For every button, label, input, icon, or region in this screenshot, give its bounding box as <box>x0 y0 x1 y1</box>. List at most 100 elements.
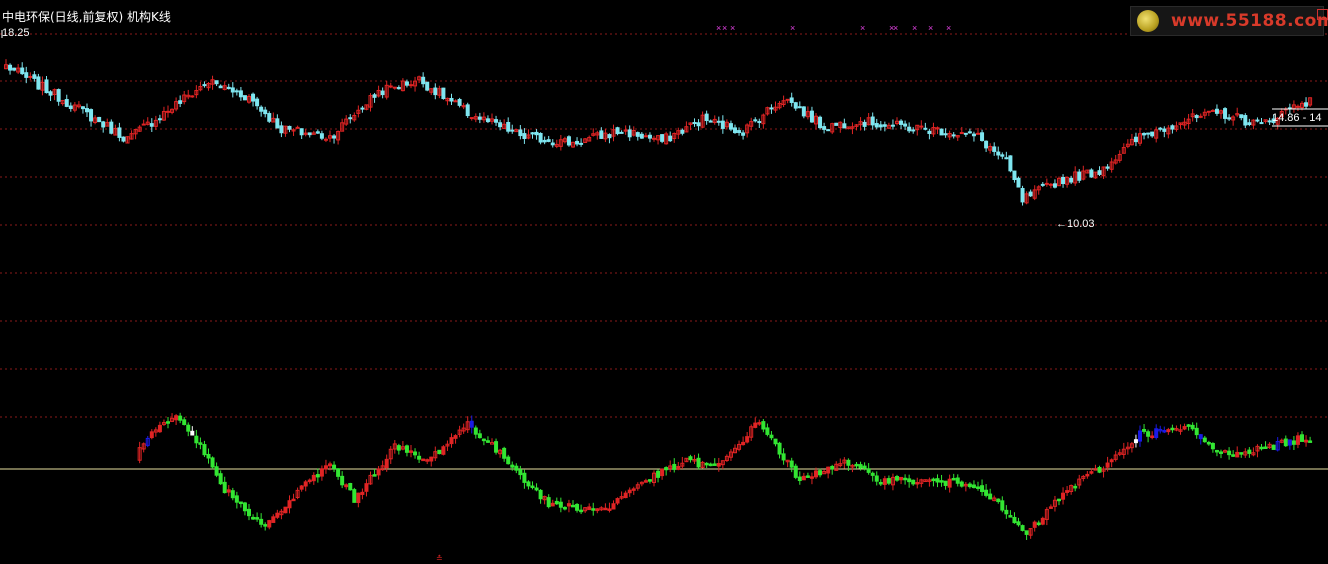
indicator-candle <box>1259 446 1264 450</box>
price-candle <box>1239 114 1244 119</box>
indicator-candle <box>178 415 183 421</box>
window-restore-icon[interactable] <box>1317 9 1328 20</box>
price-candle <box>1198 115 1203 118</box>
price-candle <box>166 110 170 113</box>
indicator-candle <box>1138 430 1142 442</box>
price-candle <box>48 91 53 96</box>
indicator-candle <box>562 506 567 510</box>
indicator-candle <box>874 475 879 482</box>
indicator-candle <box>206 453 211 459</box>
price-candle <box>1069 177 1074 183</box>
indicator-candle <box>473 427 478 435</box>
price-candle <box>1223 108 1228 119</box>
indicator-candle <box>935 478 940 483</box>
indicator-candle <box>469 420 474 428</box>
indicator-candle <box>809 476 814 479</box>
price-candle <box>733 127 737 134</box>
indicator-candle <box>1008 515 1013 518</box>
price-candle <box>599 130 604 139</box>
price-candle <box>996 151 1001 156</box>
indicator-candle <box>672 463 677 470</box>
indicator-candle <box>372 474 377 477</box>
indicator-candle <box>283 506 288 514</box>
indicator-candle <box>1016 521 1021 526</box>
indicator-candle <box>550 502 555 507</box>
indicator-candle <box>943 480 948 486</box>
indicator-candle <box>1202 437 1207 443</box>
price-candle <box>1150 131 1155 137</box>
kline-chart: × × × × × ×× × × ×≛ <box>0 23 1328 563</box>
indicator-candle <box>1150 435 1155 439</box>
indicator-candle <box>307 479 312 483</box>
indicator-candle <box>230 490 235 499</box>
indicator-candle <box>287 500 292 509</box>
indicator-candle <box>1198 434 1203 440</box>
indicator-candle <box>1036 522 1041 525</box>
indicator-candle <box>895 476 899 481</box>
price-candle <box>141 123 146 126</box>
indicator-candle <box>773 438 778 445</box>
price-candle <box>939 128 944 136</box>
indicator-candle <box>878 481 883 485</box>
price-candle <box>607 134 612 139</box>
indicator-candle <box>607 508 612 511</box>
indicator-candle <box>506 456 511 465</box>
indicator-candle <box>429 456 434 462</box>
price-candle <box>992 146 997 152</box>
price-candle <box>1040 183 1045 186</box>
indicator-candle <box>352 489 357 503</box>
price-candle <box>874 123 879 128</box>
price-candle <box>485 118 490 123</box>
indicator-candle <box>903 477 908 481</box>
price-candle <box>287 125 292 130</box>
price-candle <box>534 131 539 136</box>
indicator-candle <box>409 450 413 453</box>
indicator-candle <box>202 444 207 456</box>
price-candle <box>1255 119 1260 122</box>
price-candle <box>1146 132 1151 135</box>
indicator-candle <box>328 463 332 467</box>
price-candle <box>911 129 916 132</box>
indicator-candle <box>311 474 316 482</box>
price-candle <box>1077 171 1082 181</box>
price-candle <box>542 139 547 143</box>
price-candle <box>1061 176 1066 185</box>
indicator-candle <box>1190 424 1195 430</box>
indicator-candle <box>259 518 264 525</box>
price-candle <box>121 136 126 142</box>
price-candle <box>907 126 912 132</box>
price-candle <box>421 76 426 85</box>
indicator-candle <box>502 447 507 459</box>
indicator-candle <box>862 465 867 469</box>
indicator-candle <box>1057 498 1061 502</box>
indicator-candle <box>1004 509 1009 515</box>
price-candle <box>348 117 353 120</box>
price-candle <box>101 121 106 128</box>
price-candle <box>238 90 243 98</box>
price-candle <box>797 106 802 109</box>
indicator-candle <box>1065 490 1070 493</box>
price-candle <box>1052 183 1057 188</box>
logo-emblem-icon <box>1137 10 1159 32</box>
price-candle <box>980 132 985 141</box>
indicator-candle <box>425 459 430 462</box>
indicator-candle <box>340 475 345 486</box>
indicator-candle <box>769 434 774 439</box>
indicator-candle <box>664 467 669 471</box>
price-candle <box>627 129 632 138</box>
price-candle <box>380 90 385 96</box>
signal-marker: × <box>912 23 917 33</box>
indicator-candle <box>984 489 989 496</box>
indicator-candle <box>222 481 227 494</box>
indicator-candle <box>214 466 219 476</box>
price-candle <box>255 98 260 107</box>
price-candle <box>267 113 272 122</box>
price-candle <box>36 76 41 90</box>
indicator-candle <box>967 483 972 488</box>
price-candle <box>538 133 543 143</box>
indicator-candle <box>575 503 580 511</box>
indicator-candle <box>1283 438 1288 447</box>
price-candle <box>372 94 377 98</box>
price-candle <box>1162 128 1167 132</box>
price-candle <box>1304 102 1309 107</box>
